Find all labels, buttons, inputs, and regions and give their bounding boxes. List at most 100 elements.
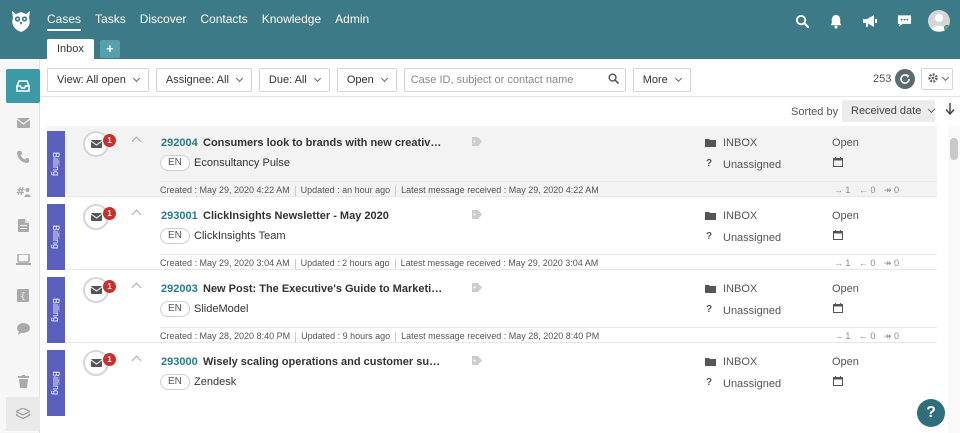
incoming-count: 1 (845, 331, 851, 341)
chevron-down-icon (674, 74, 682, 83)
svg-text:{: { (20, 292, 26, 302)
case-subject[interactable]: ClickInsights Newsletter - May 2020 (203, 210, 446, 222)
contact-name[interactable]: SlideModel (194, 303, 248, 315)
comment-icon[interactable] (6, 312, 40, 346)
contact-name[interactable]: Econsultancy Pulse (194, 157, 290, 169)
gear-icon (927, 72, 939, 87)
question-icon: ? (706, 231, 713, 242)
tag-icon[interactable] (472, 137, 483, 149)
case-subject[interactable]: New Post: The Executive's Guide to Marke… (203, 283, 446, 295)
case-id[interactable]: 292003 (161, 283, 198, 295)
bracket-icon[interactable]: { (6, 278, 40, 312)
assignee-filter-label: Assignee: All (165, 74, 229, 86)
inbox-icon[interactable] (6, 69, 40, 103)
due-filter-label: Due: All (268, 74, 307, 86)
case-status[interactable]: Open (832, 210, 859, 222)
unread-badge: 1 (103, 353, 116, 366)
case-status[interactable]: Open (832, 283, 859, 295)
nav-cases[interactable]: Cases (47, 12, 82, 31)
search-icon[interactable] (792, 11, 812, 31)
due-filter-dropdown[interactable]: Due: All (258, 68, 330, 92)
help-button[interactable]: ? (917, 399, 945, 427)
case-id[interactable]: 292004 (161, 137, 198, 149)
forward-icon: ↠ (883, 185, 892, 195)
search-icon[interactable] (608, 73, 619, 87)
case-status[interactable]: Open (832, 356, 859, 368)
trash-icon[interactable] (6, 364, 40, 398)
view-filter-dropdown[interactable]: View: All open (47, 68, 149, 92)
view-filter-label: View: All open (57, 74, 126, 86)
nav-knowledge[interactable]: Knowledge (262, 12, 321, 31)
incoming-count: 1 (845, 185, 851, 195)
search-input[interactable] (410, 74, 608, 86)
laptop-icon[interactable] (6, 242, 40, 276)
case-subject[interactable]: Wisely scaling operations and customer s… (203, 356, 446, 368)
case-id[interactable]: 293000 (161, 356, 198, 368)
divider (395, 331, 397, 342)
collapse-chevron-icon[interactable] (131, 282, 142, 293)
chevron-down-icon (380, 74, 388, 83)
sort-label: Sorted by (791, 106, 839, 118)
status-filter-dropdown[interactable]: Open (336, 68, 397, 92)
calendar-icon[interactable] (833, 230, 843, 243)
top-bar: Cases Tasks Discover Contacts Knowledge … (0, 0, 960, 59)
case-row[interactable]: Billing 1 293001 ClickInsights Newslette… (47, 199, 937, 270)
nav-admin[interactable]: Admin (335, 12, 369, 31)
add-tab-button[interactable]: + (99, 40, 120, 58)
language-badge: EN (160, 301, 190, 317)
sort-select[interactable]: Received date (842, 100, 936, 122)
created-date: Created : May 29, 2020 3:04 AM (160, 258, 290, 268)
tab-inbox[interactable]: Inbox (47, 39, 94, 59)
collapse-chevron-icon[interactable] (131, 209, 142, 220)
collapse-chevron-icon[interactable] (131, 136, 142, 147)
sort-direction-arrow-down-icon[interactable] (945, 103, 955, 118)
scroll-thumb[interactable] (950, 138, 958, 160)
calendar-icon[interactable] (833, 376, 843, 389)
calendar-icon[interactable] (833, 157, 843, 170)
list-scrollbar[interactable] (948, 126, 960, 433)
case-row[interactable]: Billing 1 292003 New Post: The Executive… (47, 272, 937, 343)
case-row[interactable]: Billing 1 292004 Consumers look to brand… (47, 126, 937, 197)
user-avatar[interactable] (928, 10, 950, 32)
assignee[interactable]: Unassigned (723, 378, 781, 390)
filter-bar: View: All open Assignee: All Due: All Op… (47, 68, 698, 92)
tag-icon[interactable] (472, 283, 483, 295)
language-badge: EN (160, 155, 190, 171)
contact-name[interactable]: ClickInsights Team (194, 230, 286, 242)
assignee[interactable]: Unassigned (723, 232, 781, 244)
refresh-icon[interactable] (895, 69, 915, 89)
envelope-icon[interactable] (6, 106, 40, 140)
chat-icon[interactable] (894, 11, 914, 31)
layers-icon[interactable] (6, 397, 40, 431)
assignee[interactable]: Unassigned (723, 159, 781, 171)
created-date: Created : May 29, 2020 4:22 AM (160, 185, 290, 195)
nav-contacts[interactable]: Contacts (200, 12, 247, 31)
divider (394, 258, 396, 269)
tag-icon[interactable] (472, 210, 483, 222)
nav-tasks[interactable]: Tasks (95, 12, 126, 31)
bell-icon[interactable] (826, 11, 846, 31)
arrow-left-icon: ← (858, 185, 868, 195)
calendar-icon[interactable] (833, 303, 843, 316)
latest-message-date: Latest message received : May 29, 2020 4… (401, 185, 599, 195)
assignee[interactable]: Unassigned (723, 305, 781, 317)
category-label: Billing (47, 277, 65, 343)
document-icon[interactable] (6, 208, 40, 242)
case-row[interactable]: Billing 1 293000 Wisely scaling operatio… (47, 345, 937, 416)
assignee-filter-dropdown[interactable]: Assignee: All (155, 68, 252, 92)
megaphone-icon[interactable] (860, 11, 880, 31)
case-subject[interactable]: Consumers look to brands with new creati… (203, 137, 446, 149)
owl-logo-icon[interactable] (10, 8, 32, 34)
phone-icon[interactable] (6, 140, 40, 174)
nav-discover[interactable]: Discover (140, 12, 187, 31)
tabs-row: Inbox + (47, 39, 120, 59)
message-stats: → 1 ← 0 ↠ 0 (834, 258, 905, 269)
case-status[interactable]: Open (832, 137, 859, 149)
hashtag-user-icon[interactable]: # (6, 174, 40, 208)
collapse-chevron-icon[interactable] (131, 355, 142, 366)
settings-dropdown[interactable] (921, 68, 953, 90)
more-filter-dropdown[interactable]: More (632, 68, 691, 92)
contact-name[interactable]: Zendesk (194, 376, 236, 388)
case-id[interactable]: 293001 (161, 210, 198, 222)
tag-icon[interactable] (472, 356, 483, 368)
